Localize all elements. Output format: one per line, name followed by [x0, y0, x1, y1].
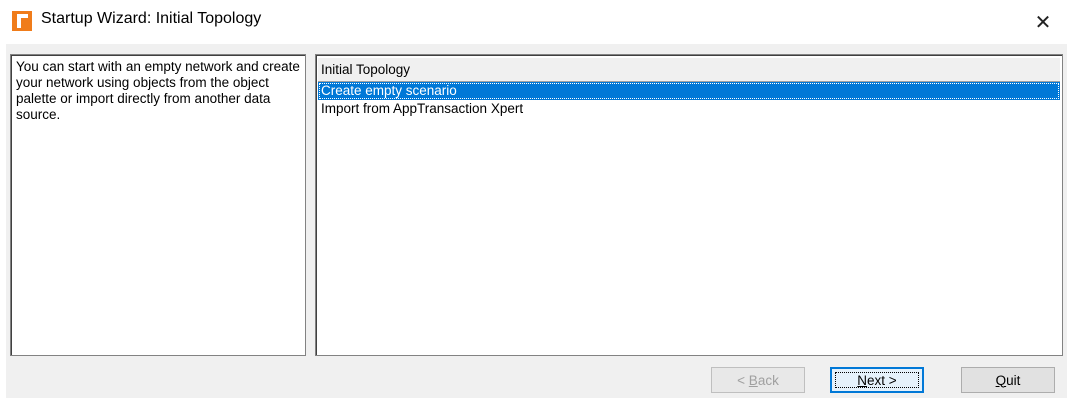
- back-button-label: ack: [757, 372, 779, 388]
- list-item-import-apptransaction-xpert[interactable]: Import from AppTransaction Xpert: [318, 100, 1060, 118]
- back-button[interactable]: < Back: [711, 367, 805, 393]
- next-button-mnemonic: N: [857, 372, 868, 388]
- description-text: You can start with an empty network and …: [16, 59, 300, 122]
- title-bar: Startup Wizard: Initial Topology ✕: [0, 0, 1067, 44]
- back-button-prefix: <: [737, 372, 749, 388]
- quit-button-label: uit: [1006, 372, 1021, 388]
- next-button[interactable]: Next >: [830, 367, 924, 393]
- window-title: Startup Wizard: Initial Topology: [41, 10, 262, 27]
- topology-list[interactable]: Initial Topology Create empty scenario I…: [315, 54, 1063, 356]
- quit-button[interactable]: Quit: [961, 367, 1055, 393]
- next-button-label: ext >: [867, 372, 897, 388]
- list-column-header[interactable]: Initial Topology: [318, 58, 1060, 82]
- dialog-body: You can start with an empty network and …: [6, 44, 1067, 398]
- quit-button-mnemonic: Q: [995, 372, 1007, 388]
- close-icon[interactable]: ✕: [1030, 9, 1056, 35]
- back-button-mnemonic: B: [748, 372, 758, 388]
- opnet-logo-icon: [12, 11, 32, 31]
- list-item-create-empty-scenario[interactable]: Create empty scenario: [318, 82, 1060, 100]
- description-panel: You can start with an empty network and …: [10, 54, 306, 356]
